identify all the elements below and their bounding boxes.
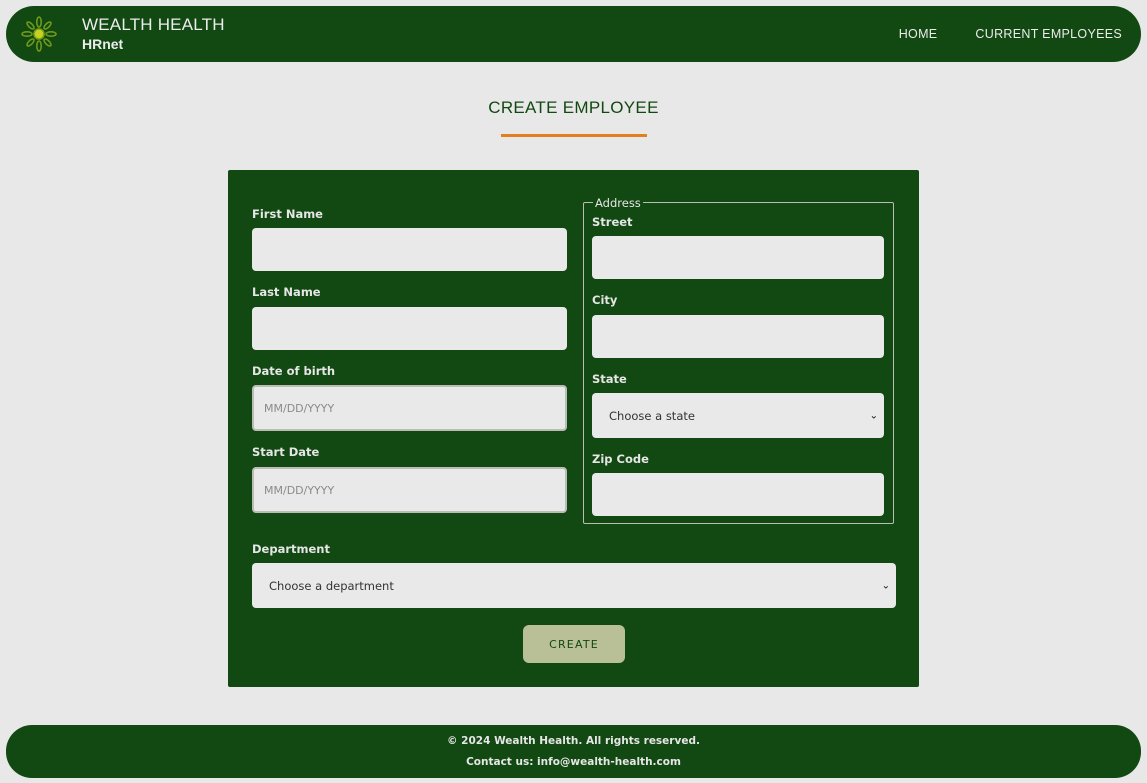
start-date-label: Start Date xyxy=(252,445,320,459)
first-name-label: First Name xyxy=(252,207,323,221)
brand-subtitle: HRnet xyxy=(82,36,124,52)
street-label: Street xyxy=(592,215,633,229)
date-of-birth-label: Date of birth xyxy=(252,364,336,378)
page-title: CREATE EMPLOYEE xyxy=(488,98,659,117)
start-date-input[interactable]: MM/DD/YYYY xyxy=(252,467,567,513)
department-label: Department xyxy=(252,542,330,556)
first-name-input[interactable] xyxy=(252,228,567,271)
street-input[interactable] xyxy=(592,236,884,279)
title-underline xyxy=(501,134,647,137)
brand-name: WEALTH HEALTH xyxy=(82,15,225,34)
nav-home-link[interactable]: HOME xyxy=(899,27,938,41)
footer-copyright: © 2024 Wealth Health. All rights reserve… xyxy=(447,735,700,747)
chevron-down-icon: ⌄ xyxy=(881,580,890,591)
start-date-placeholder: MM/DD/YYYY xyxy=(264,483,335,497)
sunburst-logo-icon xyxy=(21,16,57,52)
city-input[interactable] xyxy=(592,315,884,358)
state-label: State xyxy=(592,372,627,386)
date-of-birth-input[interactable]: MM/DD/YYYY xyxy=(252,385,567,431)
footer-contact: Contact us: info@wealth-health.com xyxy=(466,756,681,768)
last-name-input[interactable] xyxy=(252,307,567,350)
date-of-birth-placeholder: MM/DD/YYYY xyxy=(264,401,335,415)
state-selected-value: Choose a state xyxy=(609,408,695,423)
chevron-down-icon: ⌄ xyxy=(869,410,878,421)
create-button[interactable]: CREATE xyxy=(523,625,625,663)
department-selected-value: Choose a department xyxy=(269,578,394,593)
brand: WEALTH HEALTH HRnet xyxy=(82,15,225,53)
city-label: City xyxy=(592,293,618,307)
department-select[interactable]: Choose a department ⌄ xyxy=(252,563,896,608)
nav-current-employees-link[interactable]: CURRENT EMPLOYEES xyxy=(975,27,1122,41)
zip-code-label: Zip Code xyxy=(592,452,649,466)
create-employee-form: First Name Last Name Date of birth MM/DD… xyxy=(228,170,919,687)
zip-code-input[interactable] xyxy=(592,473,884,516)
page-footer: © 2024 Wealth Health. All rights reserve… xyxy=(6,725,1141,778)
address-legend: Address xyxy=(593,196,643,210)
last-name-label: Last Name xyxy=(252,285,321,299)
top-header: WEALTH HEALTH HRnet HOME CURRENT EMPLOYE… xyxy=(6,6,1141,62)
state-select[interactable]: Choose a state ⌄ xyxy=(592,393,884,438)
main-nav: HOME CURRENT EMPLOYEES xyxy=(899,6,1122,62)
